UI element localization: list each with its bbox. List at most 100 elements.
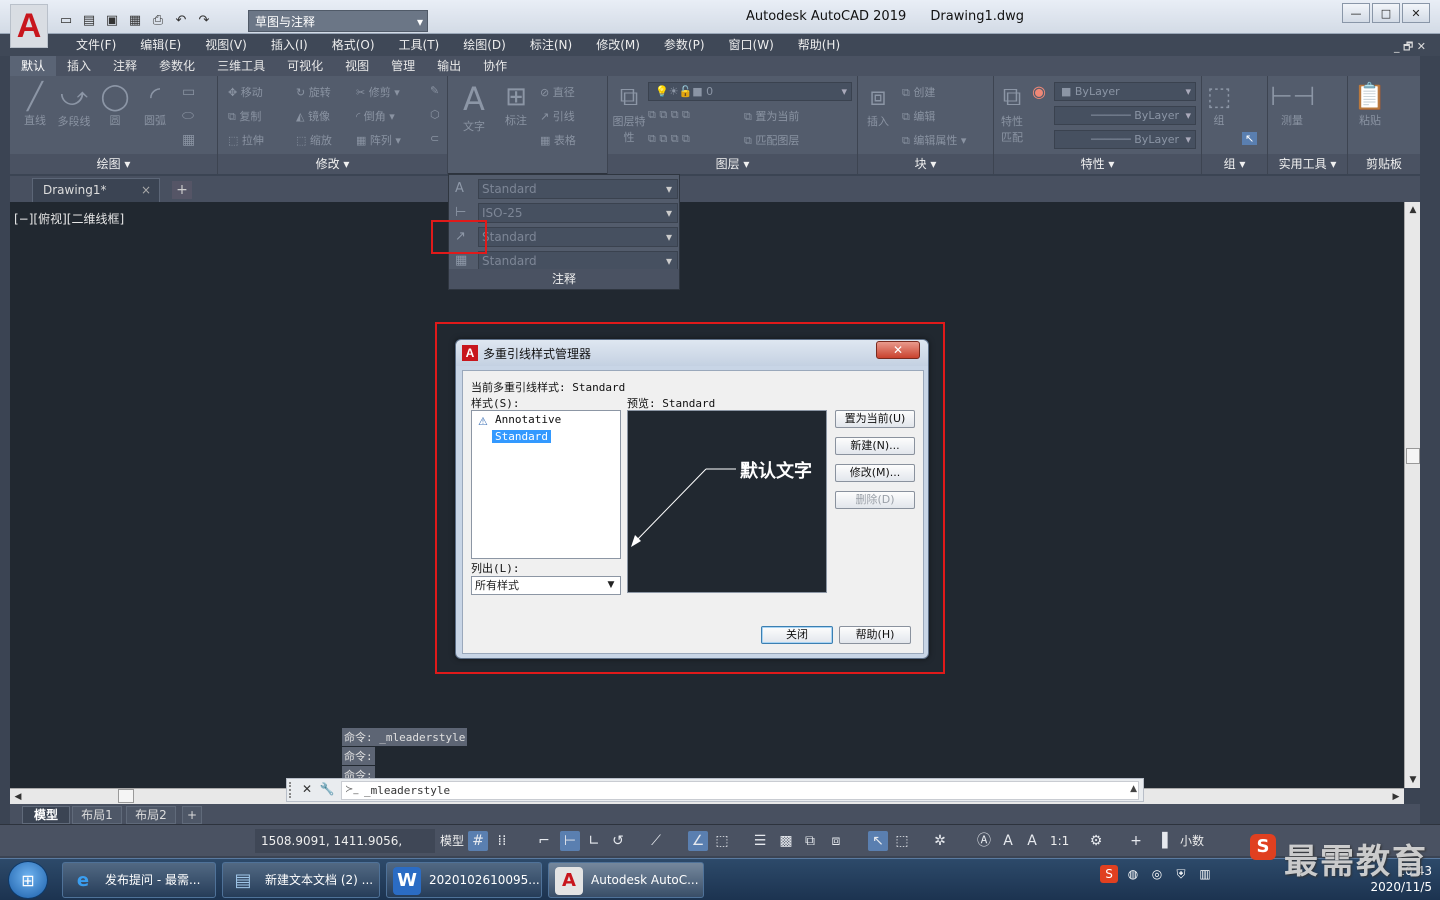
array-tool[interactable]: ▦ 阵列 ▾ <box>356 132 401 148</box>
tab-annotate[interactable]: 注释 <box>102 56 148 76</box>
rectangle-icon[interactable]: ▭ <box>182 84 195 100</box>
customize-wrench-icon[interactable]: 🔧 <box>319 782 335 798</box>
menu-modify[interactable]: 修改(M) <box>584 34 652 56</box>
new-file-icon[interactable]: ▭ <box>56 11 76 29</box>
doc-window-controls[interactable]: _ 🗗 ✕ <box>1394 38 1426 57</box>
mleader-style-dropdown[interactable]: Standard <box>478 227 678 247</box>
insert-block-tool[interactable]: ⧈ 插入 <box>860 82 896 129</box>
save-as-icon[interactable]: ▦ <box>125 11 145 29</box>
help-button[interactable]: 帮助(H) <box>839 626 911 644</box>
menu-view[interactable]: 视图(V) <box>193 34 259 56</box>
ellipse-icon[interactable]: ⬭ <box>182 108 194 124</box>
workspace-switcher[interactable]: 草图与注释 <box>248 10 428 33</box>
taskbar-item-notepad[interactable]: ▤ 新建文本文档 (2) ... <box>222 862 380 898</box>
menu-format[interactable]: 格式(O) <box>320 34 387 56</box>
network-icon[interactable]: ▥ <box>1196 865 1214 883</box>
offset-icon[interactable]: ⊂ <box>430 132 439 145</box>
isometric-icon[interactable]: ⟋ <box>646 831 666 851</box>
dim-style-dropdown[interactable]: ISO-25 <box>478 203 678 223</box>
move-tool[interactable]: ✥ 移动 <box>228 84 263 100</box>
table-tool[interactable]: ▦ 表格 <box>540 132 576 148</box>
infer-constraints-icon[interactable]: ⌐ <box>534 831 554 851</box>
maximize-button[interactable]: □ <box>1372 3 1400 23</box>
erase-icon[interactable]: ✎ <box>430 84 439 97</box>
rotate-tool[interactable]: ↻ 旋转 <box>296 84 331 100</box>
annotation-scale[interactable]: 1:1 <box>1050 829 1069 853</box>
hatch-icon[interactable]: ▦ <box>182 132 195 148</box>
autocad-logo[interactable]: A <box>10 4 48 48</box>
panel-title-modify[interactable]: 修改 ▾ <box>218 154 447 174</box>
tab-manage[interactable]: 管理 <box>380 56 426 76</box>
set-current-tool[interactable]: ⧉ 置为当前 <box>744 108 799 124</box>
snap-icon[interactable]: ⁞⁞ <box>492 831 512 851</box>
taskbar-item-word[interactable]: W 2020102610095... <box>386 862 542 898</box>
layer-tool-icons[interactable]: ⧉ ⧉ ⧉ ⧉ <box>648 108 690 122</box>
close-dialog-button[interactable]: 关闭 <box>761 626 833 644</box>
menu-window[interactable]: 窗口(W) <box>717 34 786 56</box>
dynamic-ucs-icon[interactable]: ↖ <box>868 831 888 851</box>
measure-tool[interactable]: ⊢⊣ 测量 <box>1270 82 1315 128</box>
edit-block-tool[interactable]: ⧉ 编辑 <box>902 108 935 124</box>
scroll-right-icon[interactable]: ▶ <box>1388 789 1404 805</box>
arc-tool[interactable]: ◜ 圆弧 <box>138 82 172 128</box>
text-tool[interactable]: A 文字 <box>454 80 494 134</box>
3d-osnap-icon[interactable]: ⧈ <box>826 831 846 851</box>
styles-list[interactable]: ⚠ Annotative Standard <box>471 410 621 559</box>
scroll-left-icon[interactable]: ◀ <box>10 789 26 805</box>
horizontal-scroll-thumb[interactable] <box>118 789 134 803</box>
panel-title-groups[interactable]: 组 ▾ <box>1202 154 1267 174</box>
set-current-button[interactable]: 置为当前(U) <box>835 410 915 428</box>
layer-tool-icons-2[interactable]: ⧉ ⧉ ⧉ ⧉ <box>648 132 690 146</box>
group-select-icon[interactable]: ↖ <box>1242 132 1258 145</box>
tab-collaborate[interactable]: 协作 <box>472 56 518 76</box>
close-button[interactable]: ✕ <box>1402 3 1430 23</box>
grid-icon[interactable]: # <box>468 831 488 851</box>
file-tab-drawing1[interactable]: Drawing1* × <box>32 178 160 202</box>
sogou-icon[interactable]: S <box>1100 865 1118 883</box>
dimension-tool[interactable]: ⊞ 标注 <box>496 82 536 128</box>
vertical-scroll-thumb[interactable] <box>1406 448 1420 464</box>
panel-title-block[interactable]: 块 ▾ <box>858 154 993 174</box>
layer-dropdown[interactable]: 💡☀🔓■ 0 <box>648 82 852 101</box>
circle-tool[interactable]: ◯ 圆 <box>98 82 132 128</box>
diameter-tool[interactable]: ⊘ 直径 <box>540 84 575 100</box>
mleader-style-icon[interactable]: ↗ <box>455 229 473 245</box>
command-input[interactable]: _mleaderstyle <box>341 781 1139 800</box>
close-tab-icon[interactable]: × <box>141 179 151 201</box>
color-dropdown[interactable]: ■ ByLayer <box>1054 82 1196 101</box>
security-icon[interactable]: ⛨ <box>1172 865 1190 883</box>
list-filter-select[interactable]: 所有样式 ▼ <box>471 576 621 595</box>
stretch-tool[interactable]: ⬚ 拉伸 <box>228 132 264 148</box>
scale-tool[interactable]: ⬚ 缩放 <box>296 132 332 148</box>
style-item-annotative[interactable]: Annotative <box>492 413 564 426</box>
panel-title-draw[interactable]: 绘图 ▾ <box>10 154 217 174</box>
save-icon[interactable]: ▣ <box>102 11 122 29</box>
trim-tool[interactable]: ✂ 修剪 ▾ <box>356 84 400 100</box>
tab-output[interactable]: 输出 <box>426 56 472 76</box>
units-icon[interactable]: ▐ <box>1152 831 1172 851</box>
dialog-close-button[interactable]: ✕ <box>876 341 920 359</box>
model-space-toggle[interactable]: 模型 <box>440 829 464 853</box>
menu-file[interactable]: 文件(F) <box>64 34 128 56</box>
style-item-standard[interactable]: Standard <box>492 430 551 443</box>
tab-model[interactable]: 模型 <box>22 806 70 824</box>
tab-3d-tools[interactable]: 三维工具 <box>206 56 276 76</box>
edit-attributes-tool[interactable]: ⧉ 编辑属性 ▾ <box>902 132 966 148</box>
selection-cycling-icon[interactable]: ⧉ <box>800 831 820 851</box>
recent-commands-icon[interactable]: ▲ <box>1130 784 1137 794</box>
weibo-icon[interactable]: ◎ <box>1148 865 1166 883</box>
new-tab-button[interactable]: + <box>172 181 192 199</box>
group-tool[interactable]: ⬚ 组 <box>1204 82 1234 128</box>
polar-icon[interactable]: ↺ <box>608 831 628 851</box>
menu-help[interactable]: 帮助(H) <box>786 34 852 56</box>
taskbar-item-ie[interactable]: e 发布提问 - 最需... <box>62 862 216 898</box>
open-icon[interactable]: ▤ <box>79 11 99 29</box>
annotation-scale-icon[interactable]: A <box>1022 831 1042 851</box>
viewport-controls[interactable]: [−][俯视][二维线框] <box>14 210 124 227</box>
selection-filter-icon[interactable]: ⬚ <box>892 831 912 851</box>
minimize-button[interactable]: — <box>1342 3 1370 23</box>
panel-title-clipboard[interactable]: 剪贴板 <box>1348 154 1420 174</box>
transparency-icon[interactable]: ▩ <box>776 831 796 851</box>
mirror-tool[interactable]: ◭ 镜像 <box>296 108 330 124</box>
redo-icon[interactable]: ↷ <box>194 11 214 29</box>
